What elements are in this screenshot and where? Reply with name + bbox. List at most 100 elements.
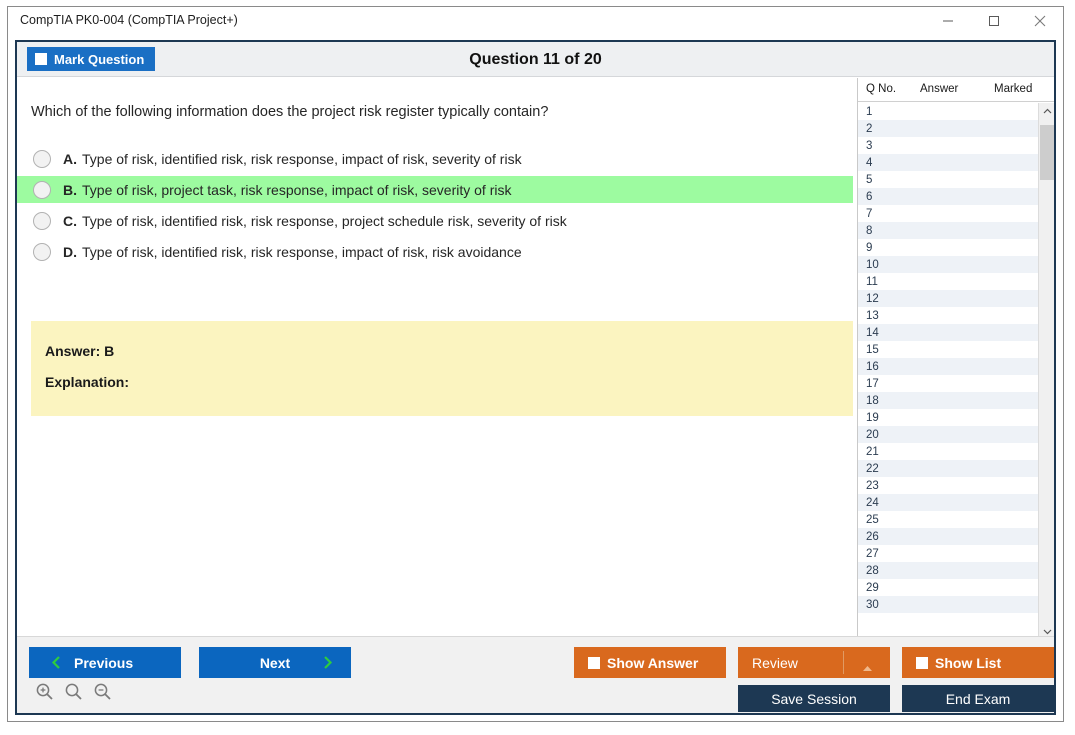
question-list-row[interactable]: 2 (858, 120, 1038, 137)
question-list-row-number: 12 (866, 293, 879, 305)
application-window: CompTIA PK0-004 (CompTIA Project+) Mark … (7, 6, 1064, 722)
previous-button[interactable]: Previous (29, 647, 181, 678)
question-list-row-number: 19 (866, 412, 879, 424)
next-label: Next (260, 655, 290, 671)
chevron-left-icon (51, 655, 62, 670)
show-list-label: Show List (935, 655, 1001, 671)
radio-icon-d[interactable] (33, 243, 51, 261)
question-list-row[interactable]: 23 (858, 477, 1038, 494)
option-letter-b: B. (63, 182, 77, 198)
question-list-row-number: 3 (866, 140, 872, 152)
maximize-button[interactable] (971, 7, 1017, 34)
explanation-label: Explanation: (45, 374, 129, 390)
question-list-row[interactable]: 4 (858, 154, 1038, 171)
option-row-d[interactable]: D. Type of risk, identified risk, risk r… (17, 238, 853, 265)
question-list-row-number: 4 (866, 157, 872, 169)
window-title: CompTIA PK0-004 (CompTIA Project+) (20, 13, 238, 27)
next-button[interactable]: Next (199, 647, 351, 678)
question-list-row[interactable]: 28 (858, 562, 1038, 579)
review-dropdown-button[interactable]: Review (738, 647, 890, 678)
review-label: Review (752, 655, 798, 671)
show-answer-button[interactable]: Show Answer (574, 647, 726, 678)
question-list-row[interactable]: 3 (858, 137, 1038, 154)
exam-header: Mark Question Question 11 of 20 (17, 42, 1054, 77)
question-list-row-number: 2 (866, 123, 872, 135)
question-list-row[interactable]: 21 (858, 443, 1038, 460)
radio-icon-a[interactable] (33, 150, 51, 168)
show-list-checkbox-icon (916, 657, 928, 669)
question-list-row-number: 6 (866, 191, 872, 203)
question-list-row[interactable]: 6 (858, 188, 1038, 205)
question-list-row-number: 26 (866, 531, 879, 543)
mark-question-label: Mark Question (54, 52, 144, 67)
column-header-marked: Marked (994, 83, 1032, 95)
question-list-row[interactable]: 29 (858, 579, 1038, 596)
question-list-row-number: 15 (866, 344, 879, 356)
question-list-row-number: 21 (866, 446, 879, 458)
footer-toolbar: Previous Next Show Answer Review (17, 636, 1054, 713)
question-list-row[interactable]: 16 (858, 358, 1038, 375)
question-list-row-number: 30 (866, 599, 879, 611)
question-list-row-number: 17 (866, 378, 879, 390)
question-list-row-number: 25 (866, 514, 879, 526)
caret-up-icon[interactable] (862, 659, 873, 675)
question-list-row[interactable]: 7 (858, 205, 1038, 222)
zoom-out-icon[interactable] (93, 682, 112, 701)
question-list-row-number: 8 (866, 225, 872, 237)
option-letter-c: C. (63, 213, 77, 229)
zoom-reset-icon[interactable] (64, 682, 83, 701)
close-button[interactable] (1017, 7, 1063, 34)
question-list-row[interactable]: 5 (858, 171, 1038, 188)
question-list-row[interactable]: 13 (858, 307, 1038, 324)
question-list-row[interactable]: 14 (858, 324, 1038, 341)
question-list-row[interactable]: 8 (858, 222, 1038, 239)
answer-label: Answer: B (45, 343, 114, 359)
question-list-row-number: 7 (866, 208, 872, 220)
save-session-button[interactable]: Save Session (738, 685, 890, 712)
question-list-row[interactable]: 10 (858, 256, 1038, 273)
question-list-row-number: 1 (866, 106, 872, 118)
question-list-row[interactable]: 30 (858, 596, 1038, 613)
question-list-row[interactable]: 15 (858, 341, 1038, 358)
question-list-scrollbar[interactable] (1038, 103, 1054, 640)
question-list-row[interactable]: 26 (858, 528, 1038, 545)
question-list-row[interactable]: 22 (858, 460, 1038, 477)
option-letter-a: A. (63, 151, 77, 167)
minimize-button[interactable] (925, 7, 971, 34)
show-list-button[interactable]: Show List (902, 647, 1054, 678)
option-row-a[interactable]: A. Type of risk, identified risk, risk r… (17, 145, 853, 172)
scroll-up-arrow-icon[interactable] (1039, 103, 1055, 120)
radio-icon-c[interactable] (33, 212, 51, 230)
question-list-rows[interactable]: 1234567891011121314151617181920212223242… (858, 103, 1038, 640)
scrollbar-thumb[interactable] (1040, 125, 1054, 180)
mark-question-button[interactable]: Mark Question (27, 47, 155, 71)
end-exam-label: End Exam (946, 691, 1011, 707)
question-list-row[interactable]: 17 (858, 375, 1038, 392)
option-row-c[interactable]: C. Type of risk, identified risk, risk r… (17, 207, 853, 234)
question-list-row[interactable]: 19 (858, 409, 1038, 426)
radio-icon-b[interactable] (33, 181, 51, 199)
question-list-row-number: 13 (866, 310, 879, 322)
column-header-answer: Answer (920, 83, 958, 95)
question-list-row[interactable]: 9 (858, 239, 1038, 256)
question-list-row[interactable]: 20 (858, 426, 1038, 443)
question-list-row[interactable]: 12 (858, 290, 1038, 307)
end-exam-button[interactable]: End Exam (902, 685, 1054, 712)
question-list-row[interactable]: 18 (858, 392, 1038, 409)
question-list-row[interactable]: 1 (858, 103, 1038, 120)
zoom-in-icon[interactable] (35, 682, 54, 701)
question-list-row[interactable]: 11 (858, 273, 1038, 290)
question-list-row-number: 10 (866, 259, 879, 271)
question-list-row[interactable]: 24 (858, 494, 1038, 511)
question-list-row[interactable]: 25 (858, 511, 1038, 528)
mark-question-checkbox-icon (35, 53, 47, 65)
question-list-row-number: 28 (866, 565, 879, 577)
question-list-panel: Q No. Answer Marked 12345678910111213141… (857, 78, 1054, 640)
option-row-b[interactable]: B. Type of risk, project task, risk resp… (17, 176, 853, 203)
zoom-controls (35, 682, 112, 701)
option-text-d: Type of risk, identified risk, risk resp… (82, 244, 522, 260)
question-list-row-number: 9 (866, 242, 872, 254)
option-letter-d: D. (63, 244, 77, 260)
question-list-row-number: 5 (866, 174, 872, 186)
question-list-row[interactable]: 27 (858, 545, 1038, 562)
